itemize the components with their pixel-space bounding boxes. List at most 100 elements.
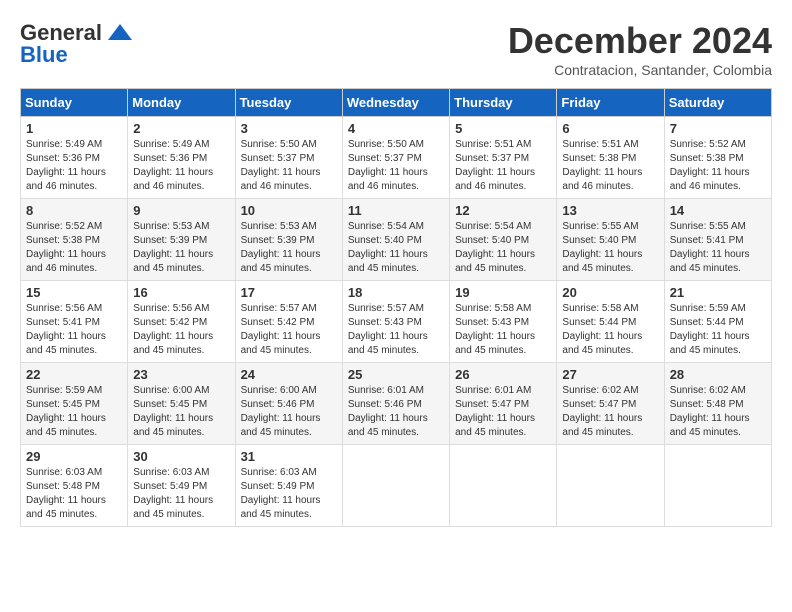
day-number: 31 bbox=[241, 449, 337, 464]
calendar-day-cell: 14 Sunrise: 5:55 AMSunset: 5:41 PMDaylig… bbox=[664, 199, 771, 281]
month-title: December 2024 bbox=[508, 20, 772, 62]
calendar-table: SundayMondayTuesdayWednesdayThursdayFrid… bbox=[20, 88, 772, 527]
weekday-header: Monday bbox=[128, 89, 235, 117]
day-info: Sunrise: 6:01 AMSunset: 5:46 PMDaylight:… bbox=[348, 385, 428, 438]
calendar-week-row: 29 Sunrise: 6:03 AMSunset: 5:48 PMDaylig… bbox=[21, 445, 772, 527]
calendar-day-cell: 8 Sunrise: 5:52 AMSunset: 5:38 PMDayligh… bbox=[21, 199, 128, 281]
calendar-week-row: 15 Sunrise: 5:56 AMSunset: 5:41 PMDaylig… bbox=[21, 281, 772, 363]
calendar-day-cell: 24 Sunrise: 6:00 AMSunset: 5:46 PMDaylig… bbox=[235, 363, 342, 445]
day-info: Sunrise: 5:50 AMSunset: 5:37 PMDaylight:… bbox=[348, 139, 428, 192]
calendar-day-cell: 13 Sunrise: 5:55 AMSunset: 5:40 PMDaylig… bbox=[557, 199, 664, 281]
calendar-day-cell: 5 Sunrise: 5:51 AMSunset: 5:37 PMDayligh… bbox=[450, 117, 557, 199]
day-info: Sunrise: 6:02 AMSunset: 5:48 PMDaylight:… bbox=[670, 385, 750, 438]
calendar-day-cell: 26 Sunrise: 6:01 AMSunset: 5:47 PMDaylig… bbox=[450, 363, 557, 445]
calendar-day-cell: 27 Sunrise: 6:02 AMSunset: 5:47 PMDaylig… bbox=[557, 363, 664, 445]
calendar-day-cell: 11 Sunrise: 5:54 AMSunset: 5:40 PMDaylig… bbox=[342, 199, 449, 281]
calendar-week-row: 1 Sunrise: 5:49 AMSunset: 5:36 PMDayligh… bbox=[21, 117, 772, 199]
day-number: 16 bbox=[133, 285, 229, 300]
calendar-day-cell: 16 Sunrise: 5:56 AMSunset: 5:42 PMDaylig… bbox=[128, 281, 235, 363]
day-info: Sunrise: 5:49 AMSunset: 5:36 PMDaylight:… bbox=[26, 139, 106, 192]
day-info: Sunrise: 6:03 AMSunset: 5:48 PMDaylight:… bbox=[26, 467, 106, 520]
day-info: Sunrise: 5:49 AMSunset: 5:36 PMDaylight:… bbox=[133, 139, 213, 192]
weekday-header-row: SundayMondayTuesdayWednesdayThursdayFrid… bbox=[21, 89, 772, 117]
weekday-header: Thursday bbox=[450, 89, 557, 117]
calendar-day-cell bbox=[557, 445, 664, 527]
day-info: Sunrise: 5:54 AMSunset: 5:40 PMDaylight:… bbox=[455, 221, 535, 274]
calendar-day-cell: 31 Sunrise: 6:03 AMSunset: 5:49 PMDaylig… bbox=[235, 445, 342, 527]
day-info: Sunrise: 6:00 AMSunset: 5:45 PMDaylight:… bbox=[133, 385, 213, 438]
logo-icon bbox=[106, 22, 134, 44]
day-number: 20 bbox=[562, 285, 658, 300]
day-number: 13 bbox=[562, 203, 658, 218]
day-info: Sunrise: 5:58 AMSunset: 5:44 PMDaylight:… bbox=[562, 303, 642, 356]
calendar-day-cell: 6 Sunrise: 5:51 AMSunset: 5:38 PMDayligh… bbox=[557, 117, 664, 199]
day-number: 6 bbox=[562, 121, 658, 136]
day-info: Sunrise: 5:50 AMSunset: 5:37 PMDaylight:… bbox=[241, 139, 321, 192]
day-number: 29 bbox=[26, 449, 122, 464]
day-number: 9 bbox=[133, 203, 229, 218]
calendar-week-row: 22 Sunrise: 5:59 AMSunset: 5:45 PMDaylig… bbox=[21, 363, 772, 445]
calendar-day-cell: 17 Sunrise: 5:57 AMSunset: 5:42 PMDaylig… bbox=[235, 281, 342, 363]
day-info: Sunrise: 5:53 AMSunset: 5:39 PMDaylight:… bbox=[241, 221, 321, 274]
calendar-day-cell: 12 Sunrise: 5:54 AMSunset: 5:40 PMDaylig… bbox=[450, 199, 557, 281]
calendar-day-cell bbox=[450, 445, 557, 527]
day-number: 5 bbox=[455, 121, 551, 136]
day-info: Sunrise: 6:03 AMSunset: 5:49 PMDaylight:… bbox=[133, 467, 213, 520]
day-number: 30 bbox=[133, 449, 229, 464]
day-info: Sunrise: 5:55 AMSunset: 5:41 PMDaylight:… bbox=[670, 221, 750, 274]
day-info: Sunrise: 5:53 AMSunset: 5:39 PMDaylight:… bbox=[133, 221, 213, 274]
day-number: 3 bbox=[241, 121, 337, 136]
day-number: 22 bbox=[26, 367, 122, 382]
day-info: Sunrise: 5:52 AMSunset: 5:38 PMDaylight:… bbox=[26, 221, 106, 274]
calendar-day-cell: 15 Sunrise: 5:56 AMSunset: 5:41 PMDaylig… bbox=[21, 281, 128, 363]
calendar-day-cell: 19 Sunrise: 5:58 AMSunset: 5:43 PMDaylig… bbox=[450, 281, 557, 363]
day-number: 2 bbox=[133, 121, 229, 136]
calendar-day-cell: 22 Sunrise: 5:59 AMSunset: 5:45 PMDaylig… bbox=[21, 363, 128, 445]
day-info: Sunrise: 6:01 AMSunset: 5:47 PMDaylight:… bbox=[455, 385, 535, 438]
calendar-day-cell: 9 Sunrise: 5:53 AMSunset: 5:39 PMDayligh… bbox=[128, 199, 235, 281]
day-info: Sunrise: 5:57 AMSunset: 5:42 PMDaylight:… bbox=[241, 303, 321, 356]
day-number: 17 bbox=[241, 285, 337, 300]
day-number: 1 bbox=[26, 121, 122, 136]
weekday-header: Tuesday bbox=[235, 89, 342, 117]
location: Contratacion, Santander, Colombia bbox=[508, 62, 772, 78]
day-info: Sunrise: 5:51 AMSunset: 5:38 PMDaylight:… bbox=[562, 139, 642, 192]
logo: General Blue bbox=[20, 20, 134, 68]
calendar-day-cell: 4 Sunrise: 5:50 AMSunset: 5:37 PMDayligh… bbox=[342, 117, 449, 199]
day-number: 25 bbox=[348, 367, 444, 382]
day-info: Sunrise: 6:03 AMSunset: 5:49 PMDaylight:… bbox=[241, 467, 321, 520]
calendar-day-cell: 7 Sunrise: 5:52 AMSunset: 5:38 PMDayligh… bbox=[664, 117, 771, 199]
calendar-day-cell: 28 Sunrise: 6:02 AMSunset: 5:48 PMDaylig… bbox=[664, 363, 771, 445]
calendar-day-cell: 18 Sunrise: 5:57 AMSunset: 5:43 PMDaylig… bbox=[342, 281, 449, 363]
day-info: Sunrise: 5:52 AMSunset: 5:38 PMDaylight:… bbox=[670, 139, 750, 192]
calendar-day-cell: 2 Sunrise: 5:49 AMSunset: 5:36 PMDayligh… bbox=[128, 117, 235, 199]
day-info: Sunrise: 6:00 AMSunset: 5:46 PMDaylight:… bbox=[241, 385, 321, 438]
day-number: 27 bbox=[562, 367, 658, 382]
day-info: Sunrise: 5:56 AMSunset: 5:41 PMDaylight:… bbox=[26, 303, 106, 356]
calendar-day-cell: 25 Sunrise: 6:01 AMSunset: 5:46 PMDaylig… bbox=[342, 363, 449, 445]
day-number: 14 bbox=[670, 203, 766, 218]
weekday-header: Wednesday bbox=[342, 89, 449, 117]
calendar-week-row: 8 Sunrise: 5:52 AMSunset: 5:38 PMDayligh… bbox=[21, 199, 772, 281]
calendar-day-cell bbox=[342, 445, 449, 527]
logo-blue: Blue bbox=[20, 42, 68, 68]
day-number: 24 bbox=[241, 367, 337, 382]
calendar-day-cell: 23 Sunrise: 6:00 AMSunset: 5:45 PMDaylig… bbox=[128, 363, 235, 445]
calendar-day-cell: 20 Sunrise: 5:58 AMSunset: 5:44 PMDaylig… bbox=[557, 281, 664, 363]
day-number: 19 bbox=[455, 285, 551, 300]
day-number: 7 bbox=[670, 121, 766, 136]
day-number: 28 bbox=[670, 367, 766, 382]
calendar-day-cell: 21 Sunrise: 5:59 AMSunset: 5:44 PMDaylig… bbox=[664, 281, 771, 363]
day-number: 12 bbox=[455, 203, 551, 218]
day-info: Sunrise: 5:57 AMSunset: 5:43 PMDaylight:… bbox=[348, 303, 428, 356]
day-number: 4 bbox=[348, 121, 444, 136]
title-area: December 2024 Contratacion, Santander, C… bbox=[508, 20, 772, 78]
weekday-header: Saturday bbox=[664, 89, 771, 117]
day-number: 18 bbox=[348, 285, 444, 300]
calendar-day-cell bbox=[664, 445, 771, 527]
page-header: General Blue December 2024 Contratacion,… bbox=[20, 20, 772, 78]
day-info: Sunrise: 5:51 AMSunset: 5:37 PMDaylight:… bbox=[455, 139, 535, 192]
day-info: Sunrise: 5:54 AMSunset: 5:40 PMDaylight:… bbox=[348, 221, 428, 274]
calendar-day-cell: 1 Sunrise: 5:49 AMSunset: 5:36 PMDayligh… bbox=[21, 117, 128, 199]
day-number: 8 bbox=[26, 203, 122, 218]
